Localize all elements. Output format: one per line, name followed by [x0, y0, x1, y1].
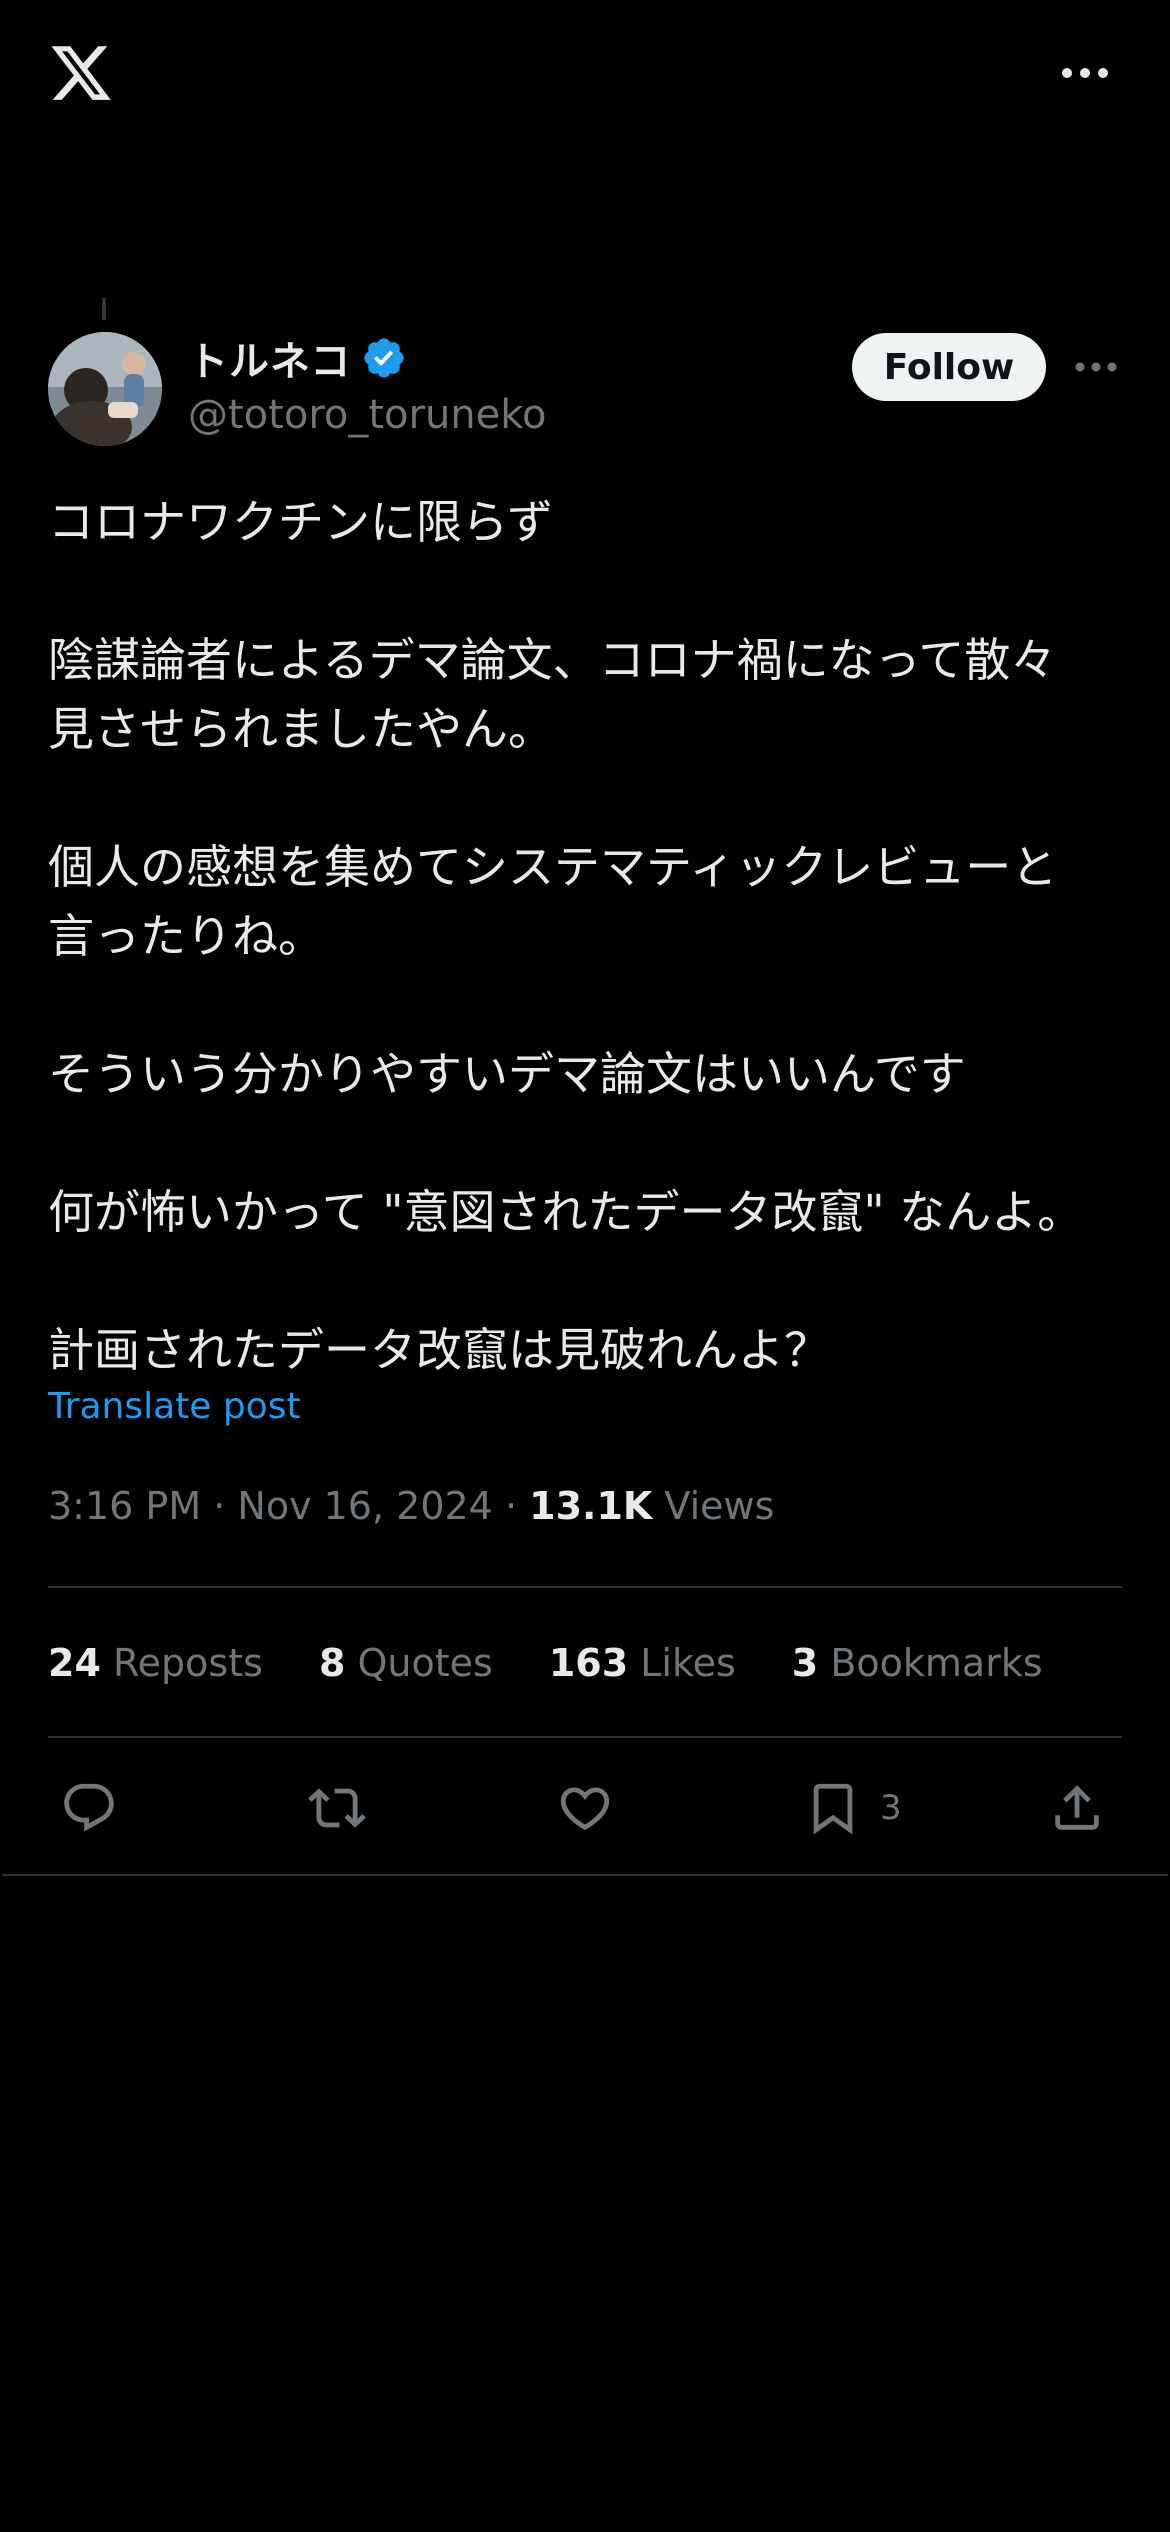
verified-badge-icon [364, 338, 404, 378]
avatar[interactable] [48, 332, 162, 446]
bookmarks-stat[interactable]: 3 Bookmarks [792, 1641, 1043, 1685]
top-bar [0, 0, 1170, 150]
post-more-icon[interactable] [1074, 357, 1118, 377]
post-text-gap [48, 557, 1128, 626]
author-name-row[interactable]: トルネコ [188, 330, 407, 386]
post-text-gap [48, 764, 1128, 833]
quotes-count: 8 [318, 1641, 346, 1685]
meta-separator: · [213, 1484, 238, 1528]
author-display-name[interactable]: トルネコ [188, 329, 351, 387]
likes-stat[interactable]: 163 Likes [549, 1641, 736, 1685]
meta-separator: · [504, 1484, 530, 1528]
reposts-label: Reposts [112, 1641, 263, 1685]
x-logo-icon[interactable] [48, 40, 114, 106]
post-text-gap [48, 971, 1128, 1040]
post-text-line: 言ったりね。 [48, 909, 324, 963]
repost-icon [308, 1788, 366, 1828]
heart-icon [560, 1787, 610, 1831]
bookmark-icon [813, 1783, 853, 1835]
likes-label: Likes [640, 1641, 736, 1685]
engagement-stats: 24 Reposts 8 Quotes 163 Likes 3 Bookmark… [48, 1636, 1099, 1690]
post-text-line: 陰謀論者によるデマ論文、コロナ禍になって散々 [48, 633, 1057, 687]
repost-button[interactable] [308, 1768, 366, 1848]
likes-count: 163 [548, 1641, 629, 1685]
post-metadata: 3:16 PM · Nov 16, 2024 · 13.1K Views [48, 1484, 774, 1528]
quotes-stat[interactable]: 8 Quotes [319, 1641, 493, 1685]
post-text-line: コロナワクチンに限らず [48, 495, 554, 549]
bookmarks-label: Bookmarks [830, 1641, 1043, 1685]
post-text-line: 計画されたデータ改竄は見破れんよ？ [48, 1323, 830, 1377]
like-button[interactable] [556, 1768, 614, 1848]
reply-button[interactable] [60, 1768, 118, 1848]
post-text-line: 見させられましたやん。 [48, 702, 554, 756]
post-text: コロナワクチンに限らず 陰謀論者によるデマ論文、コロナ禍になって散々 見させられ… [48, 488, 1128, 1385]
post-text-line: 何が怖いかって "意図されたデータ改竄" なんよ。 [48, 1185, 1084, 1239]
post-date[interactable]: Nov 16, 2024 [237, 1484, 492, 1528]
bookmarks-count: 3 [791, 1641, 819, 1685]
bookmark-count: 3 [880, 1788, 902, 1828]
more-horizontal-icon[interactable] [1060, 62, 1110, 84]
thread-connector-line [102, 298, 106, 320]
views-count: 13.1K [529, 1484, 653, 1528]
translate-post-link[interactable]: Translate post [48, 1386, 301, 1427]
divider [48, 1736, 1122, 1738]
divider [48, 1586, 1122, 1588]
post-time[interactable]: 3:16 PM [48, 1484, 201, 1528]
share-button[interactable] [1048, 1768, 1106, 1848]
post-text-gap [48, 1109, 1128, 1178]
reply-icon [64, 1783, 114, 1832]
share-icon [1055, 1785, 1099, 1830]
post-text-line: 個人の感想を集めてシステマティックレビューと [48, 840, 1058, 894]
reposts-count: 24 [48, 1641, 101, 1685]
quotes-label: Quotes [357, 1641, 493, 1685]
follow-button[interactable]: Follow [852, 333, 1046, 401]
author-handle[interactable]: @totoro_toruneko [188, 392, 546, 438]
bookmark-button[interactable]: 3 [804, 1768, 902, 1848]
views-label: Views [664, 1484, 775, 1528]
reposts-stat[interactable]: 24 Reposts [48, 1641, 263, 1685]
divider [2, 1874, 1168, 1876]
post-text-gap [48, 1247, 1128, 1316]
action-bar: 3 [0, 1768, 1170, 1848]
post-text-line: そういう分かりやすいデマ論文はいいんです [48, 1047, 966, 1101]
